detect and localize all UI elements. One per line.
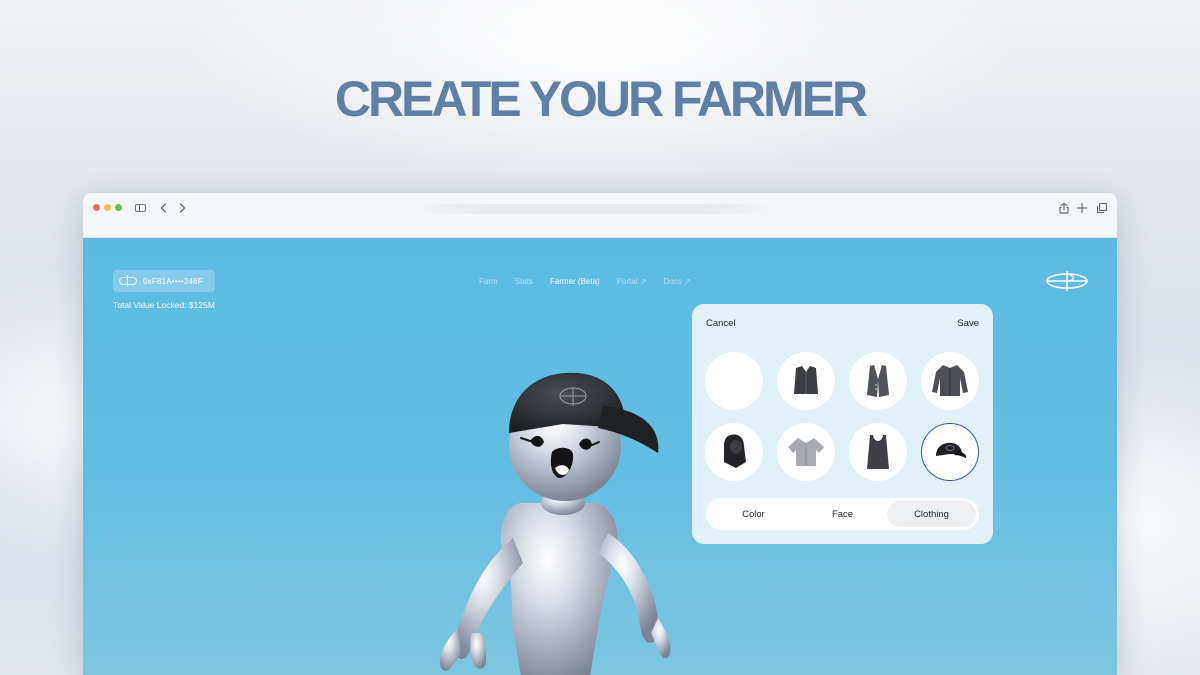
- main-nav: Farm Stats Farmer (Beta) Portal ↗ Docs ↗: [479, 277, 691, 286]
- tank-top-icon: [867, 435, 889, 469]
- chevron-left-icon[interactable]: [157, 201, 171, 215]
- save-button[interactable]: Save: [957, 318, 979, 329]
- page-headline: CREATE YOUR FARMER: [334, 71, 868, 127]
- clothing-option-waistcoat[interactable]: [849, 352, 907, 410]
- nav-farm[interactable]: Farm: [479, 277, 498, 286]
- clothing-option-vest[interactable]: [777, 352, 835, 410]
- clothing-option-jacket[interactable]: [921, 352, 979, 410]
- wallet-button[interactable]: 0xF81A••••246F: [113, 270, 215, 292]
- brand-logo-icon[interactable]: [1045, 270, 1089, 297]
- hood-icon: [724, 434, 746, 468]
- tab-face[interactable]: Face: [798, 501, 887, 527]
- window-controls: [93, 204, 122, 211]
- nav-docs[interactable]: Docs ↗: [664, 277, 691, 286]
- avatar-editor-panel: Cancel Save Color Face Clothing: [692, 304, 993, 544]
- app-page: 0xF81A••••246F Total Value Locked: $125M…: [83, 238, 1117, 675]
- wallet-logo-icon: [119, 275, 137, 287]
- browser-toolbar: [83, 193, 1117, 238]
- cancel-button[interactable]: Cancel: [706, 318, 736, 329]
- tab-color[interactable]: Color: [709, 501, 798, 527]
- editor-tabs: Color Face Clothing: [706, 498, 979, 530]
- close-window-button[interactable]: [93, 204, 100, 211]
- browser-window: 0xF81A••••246F Total Value Locked: $125M…: [83, 193, 1117, 675]
- clothing-grid: [705, 352, 979, 481]
- maximize-window-button[interactable]: [115, 204, 122, 211]
- nav-stats[interactable]: Stats: [515, 277, 533, 286]
- wallet-address: 0xF81A••••246F: [143, 276, 203, 286]
- jacket-icon: [932, 365, 968, 396]
- plus-icon[interactable]: [1075, 201, 1089, 215]
- tab-clothing[interactable]: Clothing: [887, 501, 976, 527]
- clothing-option-cap[interactable]: [921, 423, 979, 481]
- waistcoat-icon: [867, 365, 889, 397]
- chevron-right-icon[interactable]: [175, 201, 189, 215]
- total-value-locked: Total Value Locked: $125M: [113, 300, 215, 310]
- nav-portal[interactable]: Portal ↗: [617, 277, 647, 286]
- clothing-option-none[interactable]: [705, 352, 763, 410]
- sidebar-icon[interactable]: [135, 204, 146, 212]
- clothing-option-tank-top[interactable]: [849, 423, 907, 481]
- share-icon[interactable]: [1057, 201, 1071, 215]
- cap-icon: [936, 442, 967, 458]
- tabs-icon[interactable]: [1095, 201, 1109, 215]
- shirt-icon: [788, 438, 824, 466]
- address-bar[interactable]: [413, 204, 773, 214]
- clothing-option-hood[interactable]: [705, 423, 763, 481]
- farmer-avatar: [439, 372, 671, 675]
- minimize-window-button[interactable]: [104, 204, 111, 211]
- vest-icon: [794, 366, 818, 394]
- clothing-option-shirt[interactable]: [777, 423, 835, 481]
- nav-farmer-beta[interactable]: Farmer (Beta): [550, 277, 600, 286]
